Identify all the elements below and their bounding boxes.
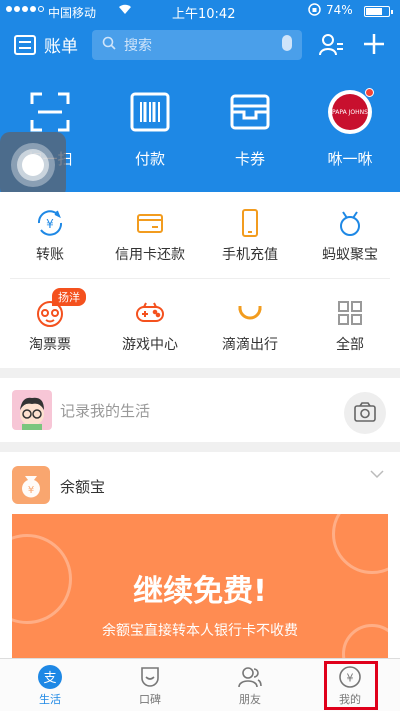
yuebao-card[interactable]: ¥ 余额宝 继续免费! 余额宝直接转本人银行卡不收费 — [0, 452, 400, 664]
carrier-label: 中国移动 — [48, 6, 97, 20]
wifi-icon — [118, 3, 132, 18]
tab-life-label: 生活 — [39, 693, 61, 706]
all-label: 全部 — [336, 337, 364, 353]
camera-icon[interactable] — [344, 392, 386, 434]
svg-text:¥: ¥ — [46, 217, 54, 231]
search-placeholder: 搜索 — [124, 38, 152, 54]
yuebao-title: 余额宝 — [60, 478, 106, 496]
tab-friends[interactable]: 朋友 — [200, 659, 300, 711]
add-icon[interactable] — [362, 32, 386, 56]
didi-label: 滴滴出行 — [222, 337, 278, 353]
phone-icon — [235, 208, 265, 238]
scan-icon — [30, 92, 70, 132]
taopiaopiao-label: 淘票票 — [29, 337, 71, 353]
grid-item-credit-card[interactable]: 信用卡还款 — [100, 192, 200, 278]
bill-button[interactable]: 账单 — [14, 32, 78, 57]
pay-label: 付款 — [134, 150, 165, 168]
red-highlight-box — [324, 661, 378, 710]
koubei-icon — [138, 665, 162, 689]
tab-koubei[interactable]: 口碑 — [100, 659, 200, 711]
search-icon — [102, 36, 116, 54]
assistive-touch-button[interactable] — [0, 132, 66, 198]
svg-text:支: 支 — [43, 671, 56, 686]
banner-subtext: 余额宝直接转本人银行卡不收费 — [102, 623, 298, 639]
service-grid: ¥ 转账 信用卡还款 手机充值 蚂蚁聚宝 扬洋 淘票票 游戏中心 滴滴出行 全部 — [0, 192, 400, 368]
banner-headline: 继续免费! — [133, 574, 267, 609]
decorative-coin — [332, 514, 388, 574]
life-placeholder: 记录我的生活 — [60, 402, 151, 420]
top-header: 账单 搜索 — [0, 30, 400, 62]
search-bar[interactable]: 搜索 — [92, 30, 302, 60]
promo-banner[interactable]: 继续免费! 余额宝直接转本人银行卡不收费 — [12, 514, 388, 664]
grid-item-all[interactable]: 全部 — [300, 282, 400, 368]
barcode-icon — [130, 92, 170, 132]
svg-text:¥: ¥ — [28, 485, 34, 496]
tab-friends-label: 朋友 — [239, 693, 261, 706]
gamepad-icon — [135, 298, 165, 328]
microphone-icon[interactable] — [282, 35, 292, 51]
battery-percent: 74% — [326, 3, 353, 17]
grid-item-didi[interactable]: 滴滴出行 — [200, 282, 300, 368]
papa-johns-logo: PAPA JOHNS — [328, 88, 374, 134]
life-post-bar[interactable]: 记录我的生活 — [0, 378, 400, 442]
alipay-icon: 支 — [38, 665, 62, 689]
grid-item-ant-fortune[interactable]: 蚂蚁聚宝 — [300, 192, 400, 278]
tab-koubei-label: 口碑 — [139, 693, 161, 706]
notification-dot — [365, 88, 374, 97]
battery-icon — [364, 6, 393, 17]
grid-divider — [10, 278, 390, 279]
xiuyixiu-label: 咻一咻 — [327, 150, 373, 168]
credit-card-icon — [135, 208, 165, 238]
game-center-label: 游戏中心 — [122, 337, 178, 353]
pay-button[interactable]: 付款 — [100, 88, 200, 178]
grid-item-game-center[interactable]: 游戏中心 — [100, 282, 200, 368]
orientation-lock-icon — [308, 3, 321, 19]
grid-all-icon — [335, 298, 365, 328]
phone-topup-label: 手机充值 — [222, 247, 278, 263]
chevron-down-icon[interactable] — [370, 466, 384, 480]
transfer-icon: ¥ — [35, 208, 65, 238]
cards-label: 卡券 — [234, 150, 265, 168]
ticket-face-icon — [35, 298, 65, 328]
transfer-label: 转账 — [36, 247, 64, 263]
papa-johns-logo-text: PAPA JOHNS — [332, 94, 368, 130]
credit-card-label: 信用卡还款 — [115, 247, 185, 263]
status-bar: 中国移动 上午10:42 74% — [0, 0, 400, 22]
card-wallet-icon — [230, 92, 270, 132]
cards-button[interactable]: 卡券 — [200, 88, 300, 178]
contacts-icon[interactable] — [318, 32, 344, 58]
grid-item-phone-topup[interactable]: 手机充值 — [200, 192, 300, 278]
xiuyixiu-button[interactable]: PAPA JOHNS 咻一咻 — [300, 88, 400, 178]
status-time: 上午10:42 — [172, 7, 236, 22]
yuebao-icon: ¥ — [12, 466, 50, 504]
grid-item-taopiaopiao[interactable]: 扬洋 淘票票 — [0, 282, 100, 368]
bill-icon — [14, 34, 36, 55]
bill-label: 账单 — [44, 37, 78, 57]
ant-fortune-label: 蚂蚁聚宝 — [322, 247, 378, 263]
avatar[interactable] — [12, 390, 52, 430]
tab-life[interactable]: 支 生活 — [0, 659, 100, 711]
ant-fortune-icon — [335, 208, 365, 238]
friends-icon — [238, 665, 262, 689]
didi-icon — [235, 298, 265, 328]
grid-item-transfer[interactable]: ¥ 转账 — [0, 192, 100, 278]
signal-icon — [6, 6, 44, 12]
